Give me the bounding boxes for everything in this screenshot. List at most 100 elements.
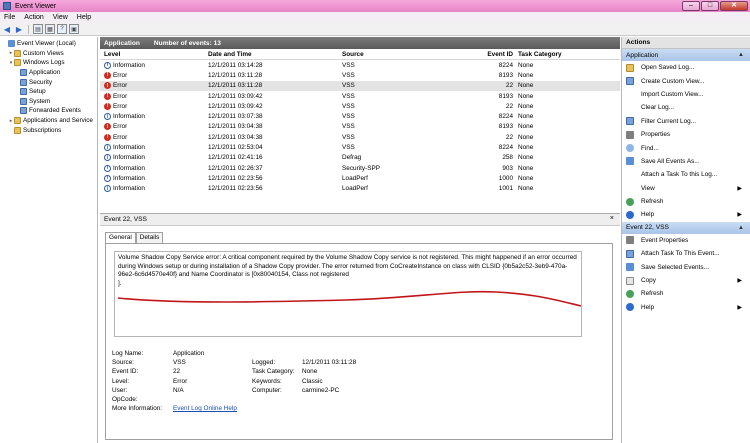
event-detail-title: Event 22, VSS bbox=[104, 216, 147, 223]
tab-general[interactable]: General bbox=[105, 232, 136, 243]
tree-item-applications-and-service[interactable]: ▸ Applications and Service bbox=[0, 116, 97, 126]
close-button[interactable]: ✕ bbox=[720, 1, 748, 11]
event-source: LoadPerf bbox=[342, 174, 368, 182]
event-row[interactable]: ! Error 12/1/2011 03:09:42 VSS 8193 None bbox=[100, 91, 620, 101]
event-level: i Information bbox=[100, 185, 208, 193]
actions-section-event[interactable]: Event 22, VSS ▲ bbox=[622, 221, 750, 234]
close-detail-icon[interactable]: × bbox=[610, 215, 614, 222]
tab-details[interactable]: Details bbox=[135, 232, 164, 243]
menu-help[interactable]: Help bbox=[77, 14, 91, 21]
source-label: Source: bbox=[112, 359, 135, 367]
event-row[interactable]: ! Error 12/1/2011 03:04:38 VSS 22 None bbox=[100, 132, 620, 142]
column-event-id[interactable]: Event ID bbox=[452, 51, 518, 58]
tree-item-application[interactable]: Application bbox=[0, 68, 97, 78]
action-filter-current-log[interactable]: Filter Current Log... bbox=[622, 115, 750, 128]
action-save-all-events-as[interactable]: Save All Events As... bbox=[622, 155, 750, 168]
event-task-category: None bbox=[518, 102, 534, 110]
event-row[interactable]: ! Error 12/1/2011 03:09:42 VSS 22 None bbox=[100, 101, 620, 111]
column-level[interactable]: Level bbox=[100, 51, 208, 58]
maximize-button[interactable]: □ bbox=[701, 1, 719, 11]
event-list-header: Application Number of events: 13 bbox=[100, 37, 620, 49]
filter-icon bbox=[626, 249, 634, 258]
action-open-saved-log[interactable]: Open Saved Log... bbox=[622, 61, 750, 74]
action-refresh[interactable]: Refresh bbox=[622, 195, 750, 208]
action-event-properties[interactable]: Event Properties bbox=[622, 234, 750, 247]
refresh-icon bbox=[626, 289, 634, 298]
console-icon[interactable]: ▣ bbox=[69, 24, 79, 34]
minimize-button[interactable]: – bbox=[682, 1, 700, 11]
forward-icon[interactable]: ▶ bbox=[14, 24, 24, 34]
action-label: Import Custom View... bbox=[641, 90, 704, 98]
tree-item-event-viewer-local[interactable]: Event Viewer (Local) bbox=[0, 39, 97, 49]
action-attach-task-to-this-event[interactable]: Attach Task To This Event... bbox=[622, 247, 750, 260]
action-view[interactable]: View ▶ bbox=[622, 182, 750, 195]
tree-item-security[interactable]: Security bbox=[0, 77, 97, 87]
folder-icon[interactable]: ▤ bbox=[33, 24, 43, 34]
event-row[interactable]: i Information 12/1/2011 03:07:38 VSS 8224 Non… bbox=[100, 111, 620, 121]
action-help[interactable]: Help ▶ bbox=[622, 301, 750, 314]
column-task-category[interactable]: Task Category bbox=[518, 51, 608, 58]
tree-item-system[interactable]: System bbox=[0, 97, 97, 107]
properties-icon bbox=[626, 130, 634, 139]
event-row[interactable]: i Information 12/1/2011 02:41:16 Defrag 258 N… bbox=[100, 153, 620, 163]
collapse-up-icon[interactable]: ▲ bbox=[738, 225, 744, 231]
event-date: 12/1/2011 03:11:28 bbox=[208, 82, 263, 90]
event-row[interactable]: i Information 12/1/2011 02:26:37 Security-S… bbox=[100, 163, 620, 173]
action-label: Copy bbox=[641, 277, 656, 285]
event-source: VSS bbox=[342, 144, 355, 152]
actions-section-application[interactable]: Application ▲ bbox=[622, 49, 750, 61]
event-row[interactable]: i Information 12/1/2011 03:14:28 VSS 8224 Non… bbox=[100, 60, 620, 70]
action-refresh[interactable]: Refresh bbox=[622, 287, 750, 300]
tree-item-forwarded-events[interactable]: Forwarded Events bbox=[0, 106, 97, 116]
help-icon[interactable]: ? bbox=[57, 24, 67, 34]
action-label: View bbox=[641, 184, 655, 192]
back-icon[interactable]: ◀ bbox=[2, 24, 12, 34]
information-icon: i bbox=[104, 61, 111, 69]
action-label: Attach Task To This Event... bbox=[641, 250, 720, 258]
event-row[interactable]: i Information 12/1/2011 02:23:56 LoadPerf 10… bbox=[100, 184, 620, 194]
action-find[interactable]: Find... bbox=[622, 141, 750, 154]
event-row[interactable]: i Information 12/1/2011 02:53:04 VSS 8224 Non… bbox=[100, 142, 620, 152]
action-copy[interactable]: Copy ▶ bbox=[622, 274, 750, 287]
event-id: 1000 bbox=[498, 174, 513, 182]
tree-item-subscriptions[interactable]: Subscriptions bbox=[0, 125, 97, 135]
event-row[interactable]: i Information 12/1/2011 02:23:56 LoadPerf 10… bbox=[100, 173, 620, 183]
event-date: 12/1/2011 03:11:28 bbox=[208, 71, 263, 79]
tree-item-setup[interactable]: Setup bbox=[0, 87, 97, 97]
action-label: Filter Current Log... bbox=[641, 117, 697, 125]
event-source: Security-SPP bbox=[342, 164, 381, 172]
action-save-selected-events[interactable]: Save Selected Events... bbox=[622, 260, 750, 273]
event-row[interactable]: ! Error 12/1/2011 03:11:28 VSS 22 None bbox=[100, 80, 620, 91]
log-title: Application bbox=[104, 39, 140, 47]
event-level-text: Error bbox=[113, 123, 128, 131]
description-text: Volume Shadow Copy Service error: A crit… bbox=[118, 254, 577, 279]
action-help[interactable]: Help ▶ bbox=[622, 208, 750, 221]
tree-item-windows-logs[interactable]: ▾ Windows Logs bbox=[0, 58, 97, 68]
column-source[interactable]: Source bbox=[342, 51, 452, 58]
action-attach-a-task-to-this-log[interactable]: Attach a Task To this Log... bbox=[622, 168, 750, 181]
action-clear-log[interactable]: Clear Log... bbox=[622, 101, 750, 114]
event-level: ! Error bbox=[100, 133, 208, 141]
error-icon: ! bbox=[104, 123, 111, 131]
event-detail-pane: Event 22, VSS × General Details Volume S… bbox=[100, 213, 620, 443]
collapse-up-icon[interactable]: ▲ bbox=[738, 52, 744, 58]
action-properties[interactable]: Properties bbox=[622, 128, 750, 141]
submenu-arrow-icon: ▶ bbox=[737, 185, 742, 192]
menu-view[interactable]: View bbox=[53, 14, 68, 21]
event-level-text: Information bbox=[113, 144, 145, 152]
tree-item-label: Setup bbox=[29, 88, 46, 96]
menu-action[interactable]: Action bbox=[24, 14, 43, 21]
column-date[interactable]: Date and Time bbox=[208, 51, 342, 58]
event-row[interactable]: ! Error 12/1/2011 03:04:38 VSS 8193 None bbox=[100, 122, 620, 132]
event-id: 22 bbox=[505, 102, 513, 110]
event-log-online-help-link[interactable]: Event Log Online Help bbox=[173, 405, 237, 412]
action-create-custom-view[interactable]: Create Custom View... bbox=[622, 74, 750, 87]
show-hide-tree-icon[interactable]: ▦ bbox=[45, 24, 55, 34]
action-import-custom-view[interactable]: Import Custom View... bbox=[622, 88, 750, 101]
menu-file[interactable]: File bbox=[4, 14, 15, 21]
tree-item-custom-views[interactable]: ▸ Custom Views bbox=[0, 49, 97, 59]
action-label: Properties bbox=[641, 131, 671, 139]
event-row[interactable]: ! Error 12/1/2011 03:11:28 VSS 8193 None bbox=[100, 70, 620, 80]
